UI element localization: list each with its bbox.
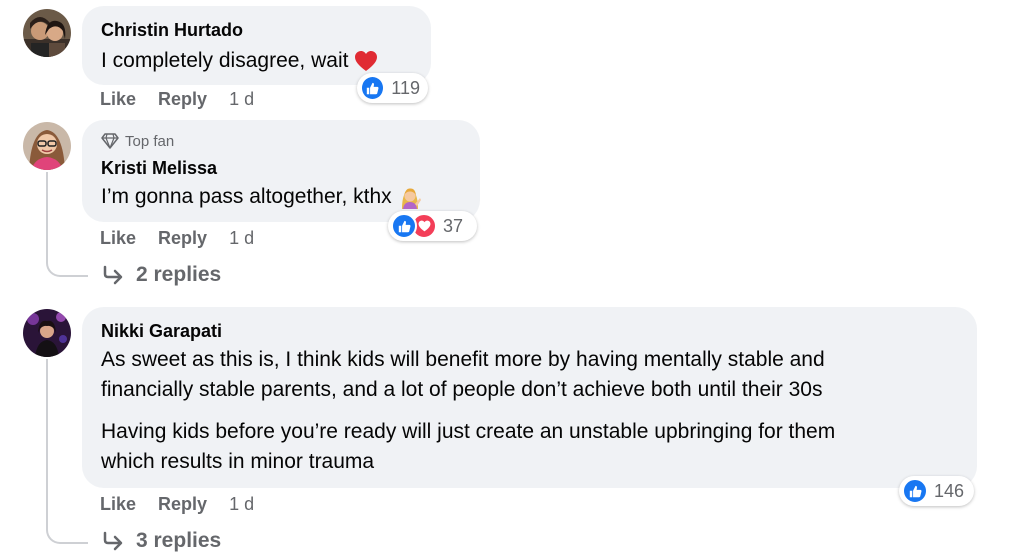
comment-actions: Like Reply 1 d <box>100 494 254 515</box>
reply-button[interactable]: Reply <box>158 89 207 110</box>
diamond-icon <box>101 133 119 149</box>
comment-paragraph-line: Having kids before you’re ready will jus… <box>101 420 836 443</box>
reaction-count: 146 <box>934 480 965 501</box>
reply-button[interactable]: Reply <box>158 228 207 249</box>
comment-paragraph-line: which results in minor trauma <box>101 450 375 473</box>
reactions-summary[interactable]: 119 <box>357 73 428 103</box>
red-heart-emoji <box>354 50 378 72</box>
comment-author[interactable]: Kristi Melissa <box>101 158 217 179</box>
comment-bubble: Top fan Kristi Melissa I’m gonna pass al… <box>82 120 480 222</box>
comment-timestamp[interactable]: 1 d <box>229 89 254 110</box>
comment-text: I’m gonna pass altogether, kthx <box>101 185 392 208</box>
comment-author[interactable]: Christin Hurtado <box>101 20 243 41</box>
like-reaction-icon <box>902 478 928 504</box>
reactions-summary[interactable]: 37 <box>388 211 477 241</box>
avatar[interactable] <box>23 122 71 170</box>
like-reaction-icon <box>360 75 386 101</box>
comment-text: I completely disagree, wait <box>101 49 349 72</box>
reaction-count: 37 <box>443 215 464 236</box>
comment-timestamp[interactable]: 1 d <box>229 228 254 249</box>
comment-bubble: Nikki Garapati As sweet as this is, I th… <box>82 307 977 488</box>
avatar[interactable] <box>23 309 71 357</box>
reply-arrow-icon <box>102 265 124 285</box>
like-button[interactable]: Like <box>100 89 136 110</box>
view-replies-button[interactable]: 2 replies <box>102 263 221 287</box>
replies-label: 3 replies <box>136 529 222 552</box>
comment-actions: Like Reply 1 d <box>100 228 254 249</box>
reactions-summary[interactable]: 146 <box>899 476 974 506</box>
comment-author[interactable]: Nikki Garapati <box>101 321 222 342</box>
comment-text-line: I completely disagree, wait <box>101 46 378 76</box>
comment-timestamp[interactable]: 1 d <box>229 494 254 515</box>
like-reaction-icon <box>391 213 417 239</box>
comment-paragraph-line: As sweet as this is, I think kids will b… <box>101 348 825 371</box>
comment-actions: Like Reply 1 d <box>100 89 254 110</box>
comment-paragraph-line: financially stable parents, and a lot of… <box>101 378 823 401</box>
comment-text-line: I’m gonna pass altogether, kthx <box>101 182 422 212</box>
badge-label: Top fan <box>125 132 175 150</box>
like-button[interactable]: Like <box>100 228 136 249</box>
view-replies-button[interactable]: 3 replies <box>102 529 221 553</box>
like-button[interactable]: Like <box>100 494 136 515</box>
top-fan-badge[interactable]: Top fan <box>101 132 174 150</box>
reply-button[interactable]: Reply <box>158 494 207 515</box>
avatar[interactable] <box>23 9 71 57</box>
tipping-hand-woman-emoji <box>398 185 422 209</box>
reply-arrow-icon <box>102 531 124 551</box>
reaction-count: 119 <box>391 77 420 98</box>
replies-label: 2 replies <box>136 263 222 286</box>
